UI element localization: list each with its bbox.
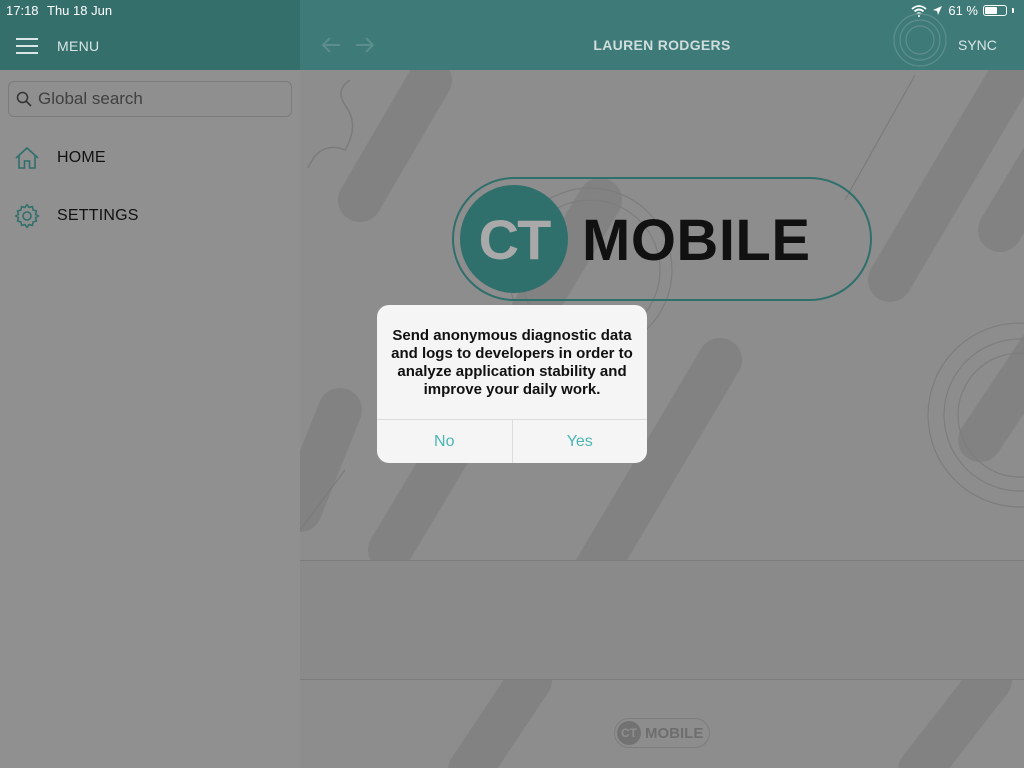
sidebar-item-settings[interactable]: SETTINGS	[14, 201, 284, 231]
content-panel	[300, 560, 1024, 680]
sync-icon[interactable]	[890, 13, 950, 73]
sync-button[interactable]: SYNC	[958, 37, 997, 53]
forward-arrow-icon[interactable]	[354, 36, 376, 54]
menu-label: MENU	[57, 38, 100, 54]
gear-icon	[14, 203, 40, 229]
logo-ct-badge: CT	[460, 185, 568, 293]
diagnostics-dialog: Send anonymous diagnostic data and logs …	[377, 305, 647, 463]
battery-icon	[983, 5, 1007, 16]
sidebar-item-label: HOME	[57, 149, 106, 166]
logo-wordmark: MOBILE	[582, 208, 811, 273]
back-arrow-icon[interactable]	[320, 36, 342, 54]
ct-mobile-logo: CT MOBILE	[452, 177, 872, 301]
home-icon	[15, 146, 39, 169]
footer-logo: CT MOBILE	[614, 718, 710, 748]
status-time: 17:18	[6, 3, 39, 18]
battery-fill	[985, 7, 998, 14]
battery-percent: 61 %	[948, 3, 978, 18]
app-header: 17:18 Thu 18 Jun 61 % MENU LAUREN RODGER…	[0, 0, 1024, 70]
footer-logo-ct: CT	[617, 721, 641, 745]
sidebar-item-label: SETTINGS	[57, 207, 139, 224]
page-title: LAUREN RODGERS	[593, 37, 731, 53]
footer-logo-word: MOBILE	[645, 724, 704, 742]
no-button[interactable]: No	[377, 420, 512, 463]
menu-button[interactable]: MENU	[16, 36, 106, 56]
search-input[interactable]	[38, 89, 278, 109]
sidebar-item-home[interactable]: HOME	[14, 143, 284, 173]
search-icon	[16, 91, 32, 107]
dialog-message: Send anonymous diagnostic data and logs …	[391, 327, 633, 398]
header-menu-area	[0, 0, 300, 70]
status-date: Thu 18 Jun	[47, 3, 113, 18]
dialog-actions: No Yes	[377, 419, 647, 463]
sidebar: HOME SETTINGS	[0, 70, 300, 768]
global-search[interactable]	[8, 81, 292, 117]
hamburger-icon	[16, 38, 38, 54]
yes-button[interactable]: Yes	[511, 420, 648, 463]
battery-tip	[1012, 8, 1014, 13]
